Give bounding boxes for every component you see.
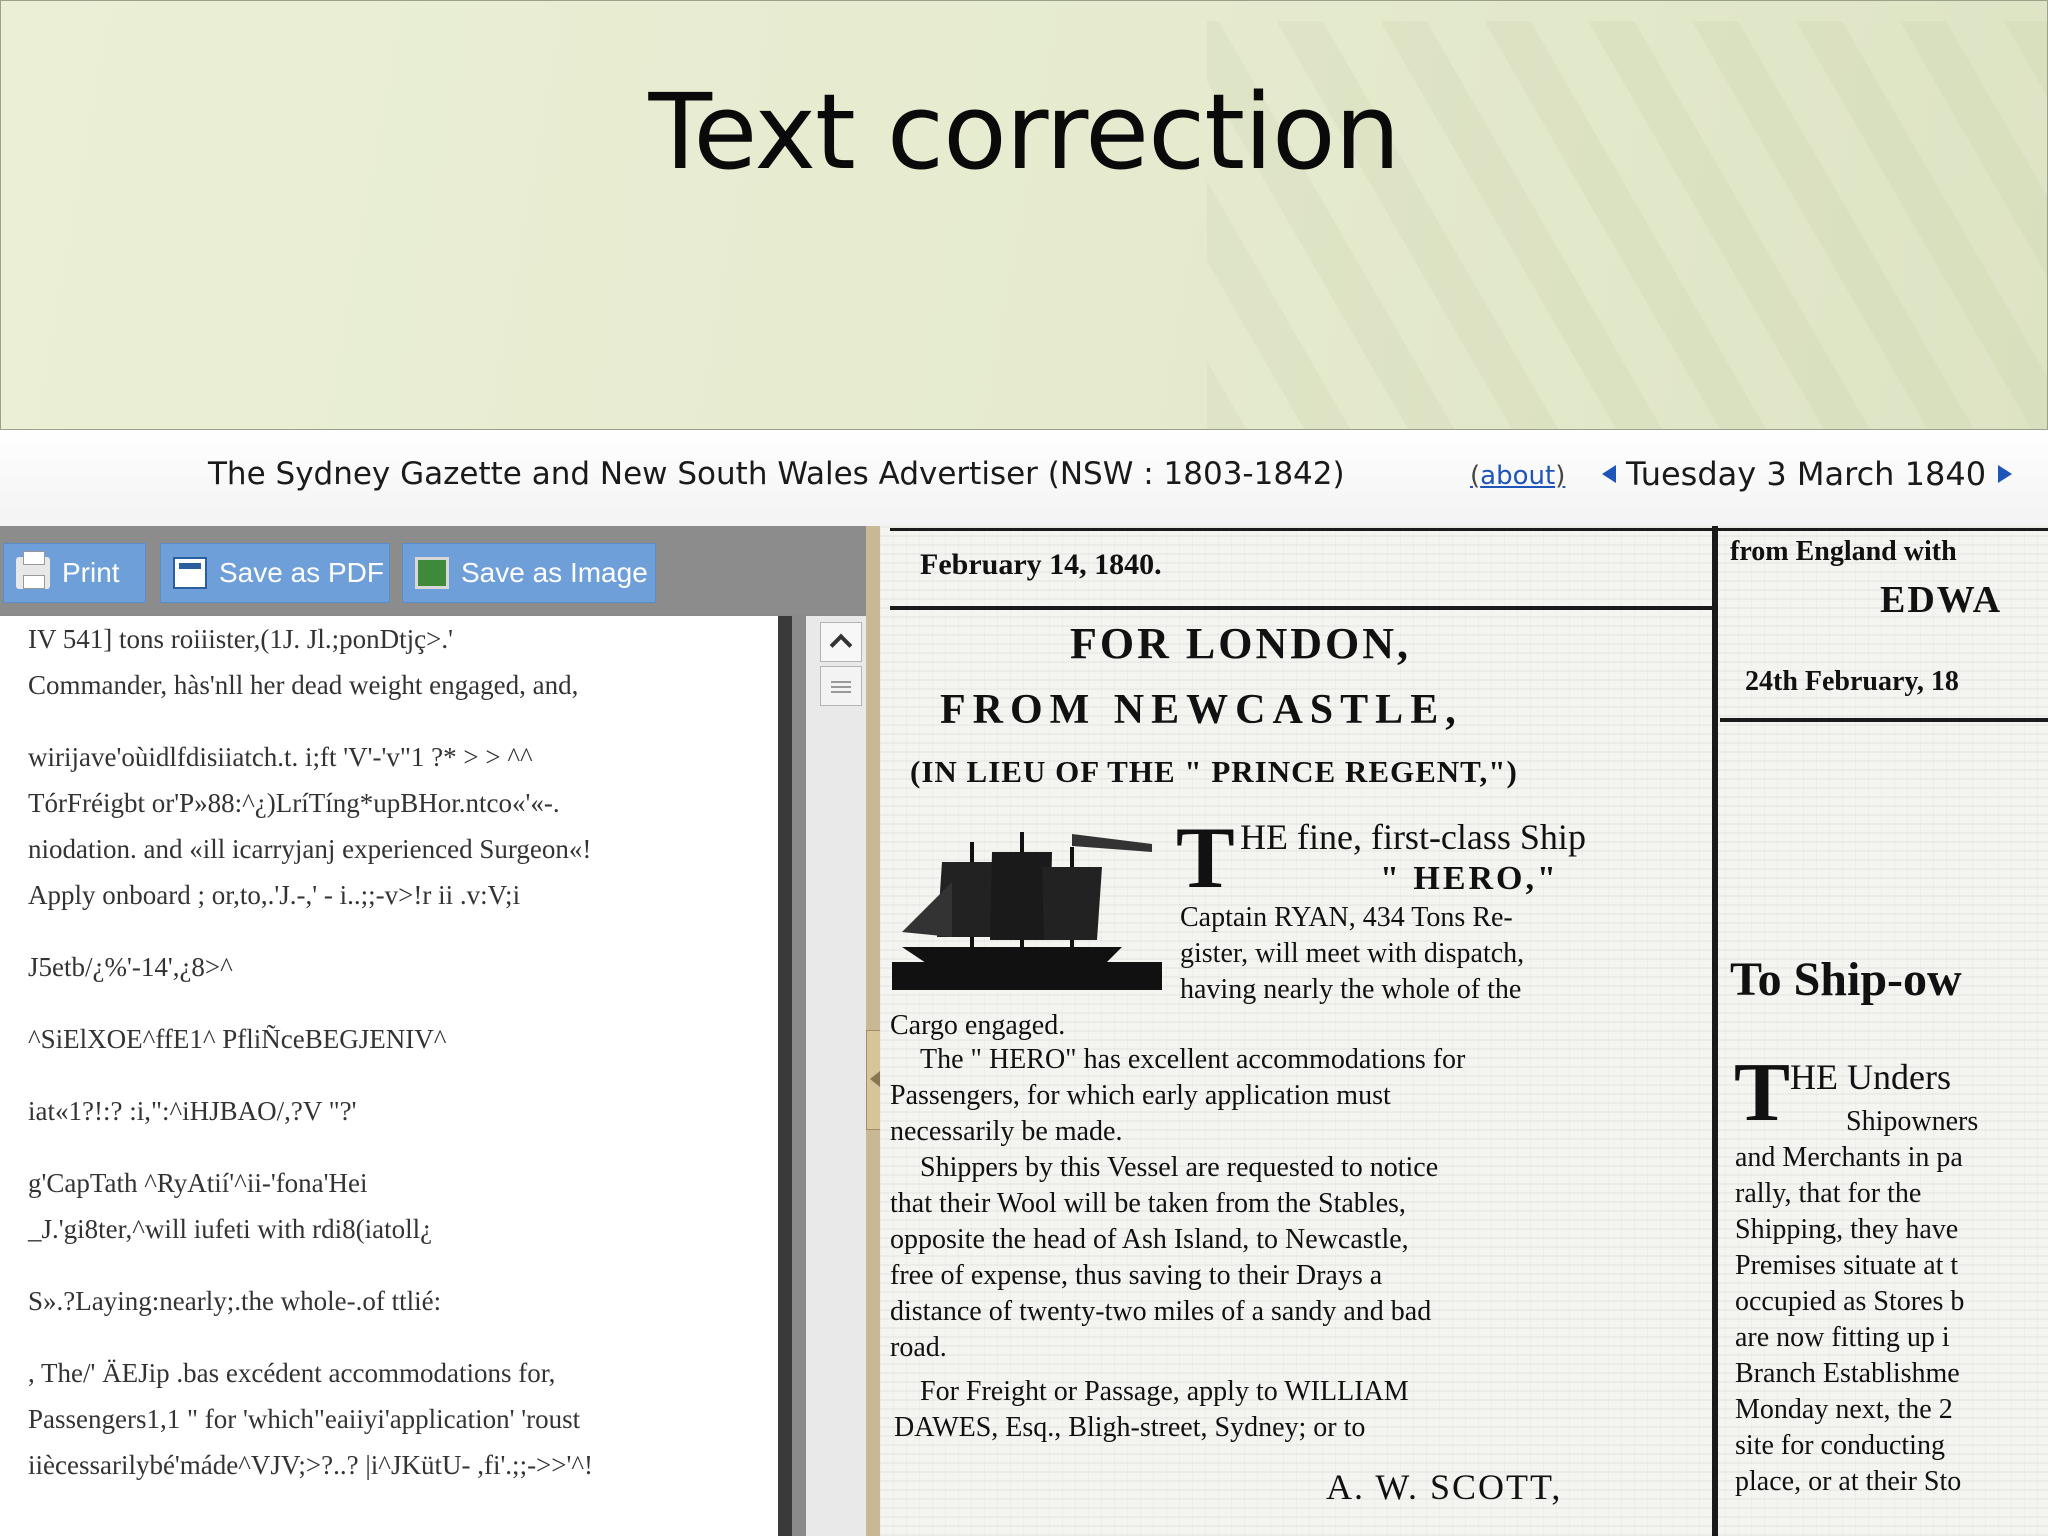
about-link-label[interactable]: about (1480, 461, 1555, 491)
newspaper-scan-image[interactable]: February 14, 1840. FOR LONDON, FROM NEWC… (880, 526, 2048, 1536)
ad-text-line: rally, that for the (1735, 1178, 1922, 1209)
ocr-paragraph[interactable]: iat«1?!:? :i,":^iHJBAO/,?V "?' (0, 1088, 778, 1134)
ad-text-line: gister, will meet with dispatch, (1180, 938, 1525, 969)
ad-lead-text: HE Unders (1790, 1057, 1951, 1097)
chevron-left-icon (870, 1071, 880, 1087)
ad-text-line: distance of twenty-two miles of a sandy … (890, 1296, 1432, 1327)
ad-text-line: road. (890, 1332, 947, 1363)
slide-title: Text correction (648, 71, 1401, 193)
ocr-paragraph[interactable]: g'CapTath ^RyAtií'^ii-'fona'Hei _J.'gi8t… (0, 1160, 778, 1252)
ad-text-line: place, or at their Sto (1735, 1466, 1962, 1497)
drop-cap: T (1176, 810, 1235, 907)
ad-text-line: from England with (1730, 536, 1957, 567)
next-issue-icon[interactable] (1998, 465, 2013, 483)
ad-heading: FOR LONDON, (1070, 619, 1411, 668)
ad-text-line: site for conducting (1735, 1430, 1945, 1461)
drop-cap: T (1734, 1046, 1791, 1139)
save-as-image-label: Save as Image (461, 557, 648, 588)
ship-illustration (892, 832, 1162, 990)
ocr-paragraph[interactable]: wirijave'oùidlfdisiiatch.t. i;ft 'V'-'v"… (0, 734, 778, 918)
ocr-text-editor[interactable]: IV 541] tons roiiister,(1J. Jl.;ponDtjç>… (0, 616, 792, 1536)
save-as-image-button[interactable]: Save as Image (402, 543, 656, 603)
ad-text-line: A. W. SCOTT, (1326, 1467, 1563, 1507)
ad-text-line: Premises situate at t (1735, 1250, 1959, 1281)
ocr-paragraph[interactable]: J5etb/¿%'-14',¿8>^ (0, 944, 778, 990)
ad-text-line: For Freight or Passage, apply to WILLIAM (920, 1376, 1409, 1407)
issue-date[interactable]: Tuesday 3 March 1840 (1626, 455, 1986, 493)
save-as-pdf-button[interactable]: Save as PDF (160, 543, 390, 603)
slide-header: Text correction (0, 0, 2048, 430)
newspaper-title: The Sydney Gazette and New South Wales A… (208, 456, 1345, 492)
ad-text-line: Shippers by this Vessel are requested to… (920, 1152, 1439, 1183)
ad-date: February 14, 1840. (920, 548, 1162, 581)
ad-subheading: (IN LIEU OF THE " PRINCE REGENT,") (910, 754, 1518, 789)
column-rule (1712, 526, 1718, 1536)
issue-navigation: Tuesday 3 March 1840 (1602, 454, 2013, 494)
ad-text-line: free of expense, thus saving to their Dr… (890, 1260, 1383, 1291)
ocr-paragraph[interactable]: S».?Laying:nearly;.the whole-.of ttlié: (0, 1278, 778, 1324)
section-rule (890, 606, 1712, 610)
text-scrollbar[interactable] (806, 616, 866, 1536)
ad-heading: FROM NEWCASTLE, (940, 687, 1463, 733)
image-icon (415, 557, 449, 589)
ad-text-line: Shipping, they have (1735, 1214, 1959, 1245)
text-panel: Print Save as PDF Save as Image IV 541] … (0, 526, 866, 1536)
ad-text-line: opposite the head of Ash Island, to Newc… (890, 1224, 1409, 1255)
ad-text-line: Shipowners (1846, 1106, 1979, 1137)
ocr-paragraph[interactable]: IV 541] tons roiiister,(1J. Jl.;ponDtjç>… (0, 616, 778, 708)
ad-heading: To Ship-ow (1730, 953, 1962, 1006)
print-button[interactable]: Print (3, 543, 146, 603)
ad-text-line: Monday next, the 2 (1735, 1394, 1953, 1425)
chevron-up-icon (829, 633, 853, 657)
ad-text-line: having nearly the whole of the (1180, 974, 1522, 1005)
section-rule (1720, 718, 2048, 722)
pdf-icon (173, 557, 207, 589)
ad-text-line: are now fitting up i (1735, 1322, 1950, 1353)
ad-text-line: 24th February, 18 (1745, 666, 1959, 697)
ad-text-line: DAWES, Esq., Bligh-street, Sydney; or to (894, 1412, 1366, 1443)
ship-name: " HERO," (1380, 860, 1559, 897)
scroll-thumb[interactable] (820, 666, 862, 706)
ad-lead-text: HE fine, first-class Ship (1240, 817, 1586, 857)
ad-text-line: occupied as Stores b (1735, 1286, 1965, 1317)
ocr-paragraph[interactable]: , The/' ÄEJip .bas excédent accommodatio… (0, 1350, 778, 1488)
ad-heading: EDWA (1880, 579, 2003, 621)
scroll-up-button[interactable] (820, 622, 862, 662)
previous-issue-icon[interactable] (1602, 465, 1616, 483)
ad-text-line: that their Wool will be taken from the S… (890, 1188, 1406, 1219)
printer-icon (16, 551, 50, 589)
top-rule (890, 528, 2048, 531)
ad-text-line: Branch Establishme (1735, 1358, 1960, 1389)
print-label: Print (62, 557, 120, 588)
ad-text-line: Captain RYAN, 434 Tons Re- (1180, 902, 1513, 933)
about-link[interactable]: (about) (1470, 461, 1565, 491)
ad-text-line: Passengers, for which early application … (890, 1080, 1391, 1111)
ad-text-line: The " HERO" has excellent accommodations… (920, 1044, 1466, 1075)
ad-text-line: Cargo engaged. (890, 1010, 1066, 1041)
ad-text-line: necessarily be made. (890, 1116, 1123, 1147)
ad-text-line: and Merchants in pa (1735, 1142, 1963, 1173)
toolbar: Print Save as PDF Save as Image (0, 526, 866, 614)
ocr-paragraph[interactable]: ^SiElXOE^ffE1^ PfliÑceBEGJENIV^ (0, 1016, 778, 1062)
save-as-pdf-label: Save as PDF (219, 557, 384, 588)
